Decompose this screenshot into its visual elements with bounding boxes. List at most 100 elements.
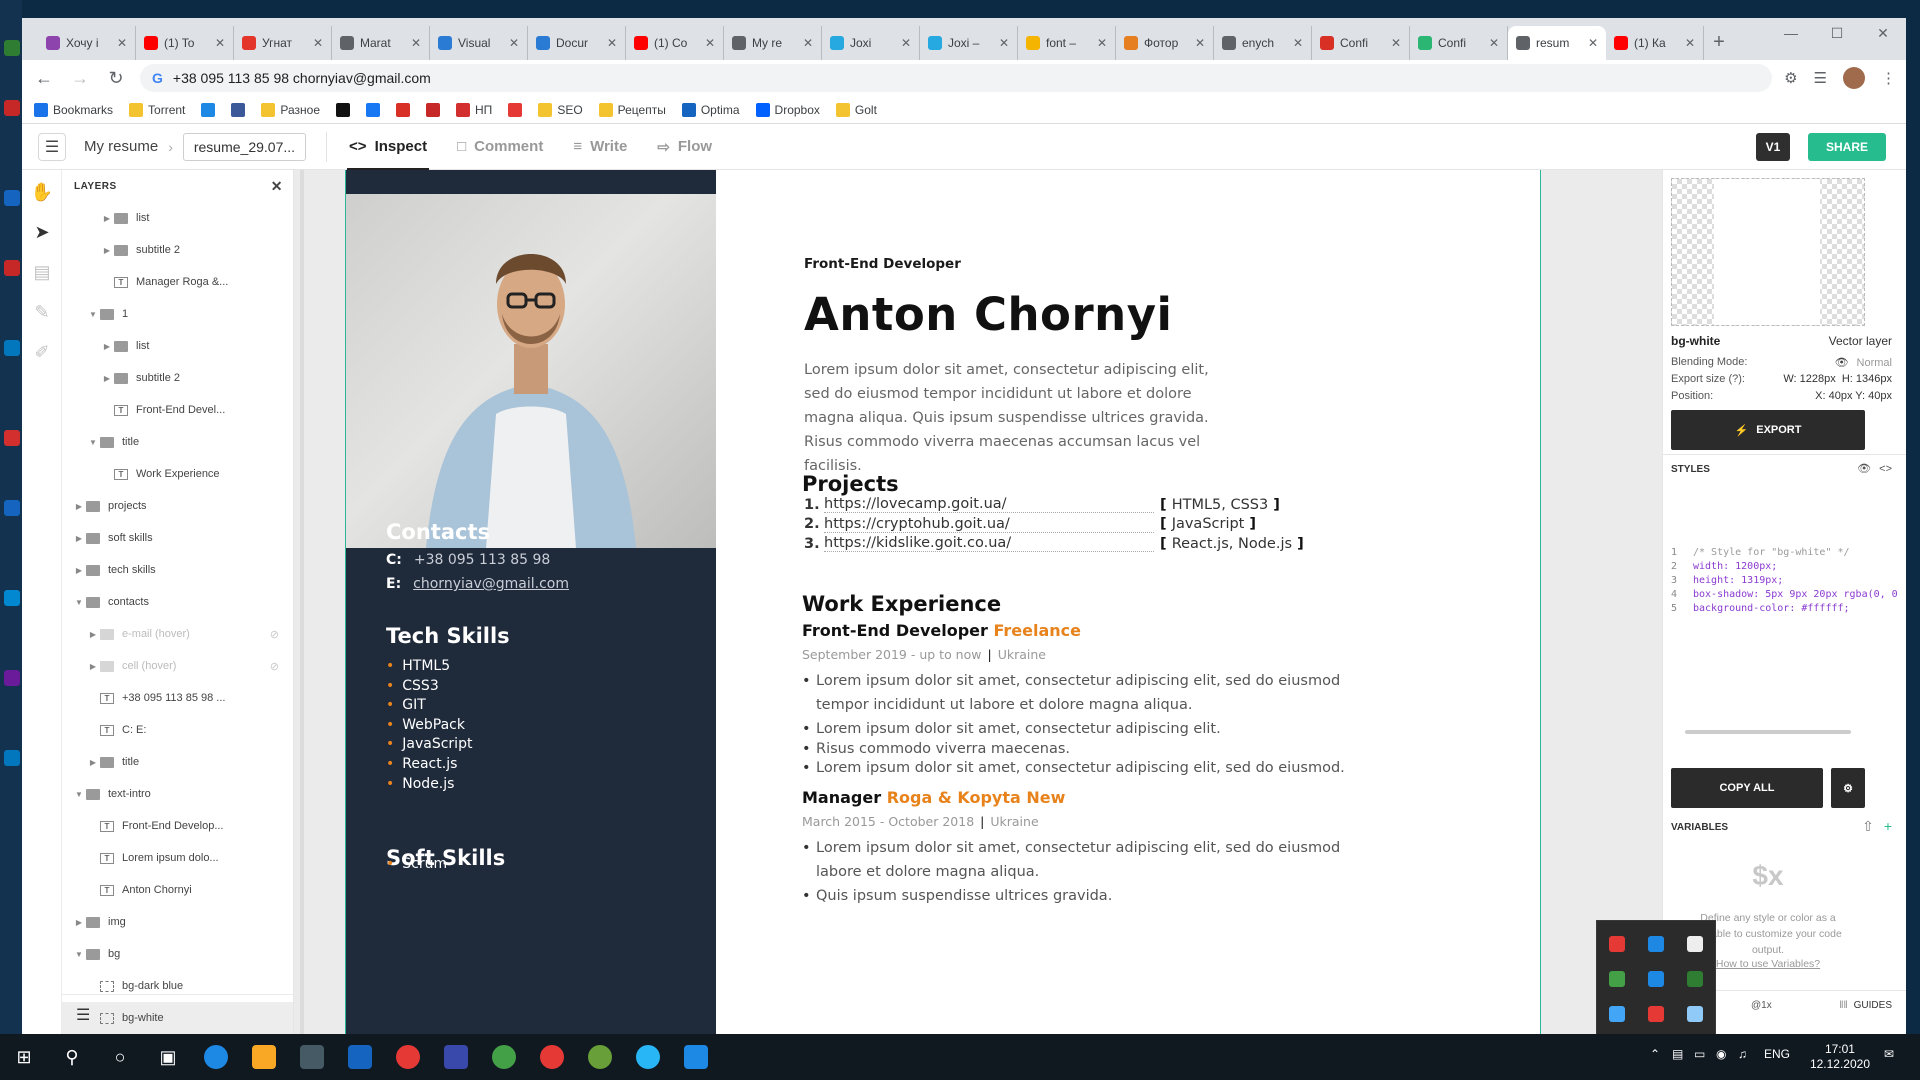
layer-row[interactable]: ▶TC: E: bbox=[62, 714, 293, 746]
cloud-icon[interactable] bbox=[1608, 1005, 1625, 1022]
desktop-icon[interactable] bbox=[4, 750, 20, 766]
mail-icon[interactable] bbox=[336, 1034, 384, 1080]
browser-tab[interactable]: (1) Co ✕ bbox=[626, 26, 724, 60]
bookmark-item[interactable]: Разное bbox=[261, 102, 320, 117]
bookmark-item[interactable] bbox=[508, 102, 523, 117]
caret-right-icon[interactable]: ▶ bbox=[72, 566, 86, 575]
explorer-icon[interactable] bbox=[240, 1034, 288, 1080]
close-icon[interactable]: ✕ bbox=[1195, 36, 1205, 50]
browser-tab[interactable]: Joxi ✕ bbox=[822, 26, 920, 60]
search-icon[interactable]: ⚲ bbox=[48, 1034, 96, 1080]
project-breadcrumb[interactable]: My resume bbox=[84, 138, 158, 155]
network-icon[interactable]: ▤ bbox=[1672, 1047, 1683, 1061]
close-icon[interactable]: ✕ bbox=[1293, 36, 1303, 50]
hidden-eye-icon[interactable]: ⊘ bbox=[270, 660, 279, 673]
bookmark-item[interactable]: Рецепты bbox=[598, 102, 666, 117]
layer-row[interactable]: ▶ list bbox=[62, 330, 293, 362]
layer-row[interactable]: ▶ title bbox=[62, 746, 293, 778]
caret-down-icon[interactable]: ▼ bbox=[86, 310, 100, 319]
close-icon[interactable]: ✕ bbox=[1588, 36, 1598, 50]
caret-right-icon[interactable]: ▶ bbox=[86, 758, 100, 767]
wifi-icon[interactable]: ◉ bbox=[1716, 1047, 1726, 1061]
layer-row[interactable]: ▶TWork Experience bbox=[62, 458, 293, 490]
close-icon[interactable]: ✕ bbox=[1489, 36, 1499, 50]
close-window-icon[interactable]: ✕ bbox=[1860, 18, 1906, 48]
utorrent-icon[interactable] bbox=[480, 1034, 528, 1080]
layer-row[interactable]: ▶ projects bbox=[62, 490, 293, 522]
save-app-icon[interactable] bbox=[432, 1034, 480, 1080]
security-icon[interactable] bbox=[1687, 936, 1704, 953]
caret-down-icon[interactable]: ▼ bbox=[86, 438, 100, 447]
store-icon[interactable] bbox=[288, 1034, 336, 1080]
browser-tab[interactable]: (1) Ка ✕ bbox=[1606, 26, 1704, 60]
hand-icon[interactable]: ✋ bbox=[31, 182, 53, 202]
layer-row[interactable]: ▼ title bbox=[62, 426, 293, 458]
canvas-scrollbar[interactable] bbox=[300, 170, 304, 1034]
minimize-icon[interactable]: — bbox=[1768, 18, 1814, 48]
extensions-icon[interactable]: ⚙ bbox=[1784, 69, 1797, 87]
close-icon[interactable]: ✕ bbox=[803, 36, 813, 50]
browser-tab[interactable]: Угнат ✕ bbox=[234, 26, 332, 60]
forward-icon[interactable]: → bbox=[68, 68, 92, 89]
close-icon[interactable]: ✕ bbox=[1097, 36, 1107, 50]
close-icon[interactable]: ✕ bbox=[313, 36, 323, 50]
caret-right-icon[interactable]: ▶ bbox=[100, 246, 114, 255]
project-url[interactable]: https://kidslike.goit.co.ua/ bbox=[824, 535, 1154, 553]
telegram-icon[interactable] bbox=[624, 1034, 672, 1080]
edge-icon[interactable] bbox=[192, 1034, 240, 1080]
bookmark-item[interactable] bbox=[201, 102, 216, 117]
layer-row[interactable]: ▶ soft skills bbox=[62, 522, 293, 554]
caret-right-icon[interactable]: ▶ bbox=[72, 534, 86, 543]
close-icon[interactable]: ✕ bbox=[901, 36, 911, 50]
project-url[interactable]: https://lovecamp.goit.ua/ bbox=[824, 496, 1154, 513]
bookmark-item[interactable]: SEO bbox=[538, 102, 583, 117]
code-scrollbar[interactable] bbox=[1685, 730, 1851, 734]
design-canvas[interactable]: Contacts C: +38 095 113 85 98 E: chornyiav… bbox=[294, 170, 1662, 1034]
layer-row[interactable]: ▶T+38 095 113 85 98 ... bbox=[62, 682, 293, 714]
caret-right-icon[interactable]: ▶ bbox=[86, 662, 100, 671]
hidden-eye-icon[interactable]: ⊘ bbox=[270, 628, 279, 641]
file-name[interactable]: resume_29.07... bbox=[182, 132, 307, 161]
layer-row[interactable]: ▶ e-mail (hover) ⊘ bbox=[62, 618, 293, 650]
new-tab-button[interactable]: + bbox=[1704, 26, 1734, 60]
caret-down-icon[interactable]: ▼ bbox=[72, 950, 86, 959]
bookmark-item[interactable]: Torrent bbox=[129, 102, 185, 117]
close-icon[interactable]: ✕ bbox=[607, 36, 617, 50]
task-view-icon[interactable]: ▣ bbox=[144, 1034, 192, 1080]
layer-row[interactable]: ▶TFront-End Devel... bbox=[62, 394, 293, 426]
back-icon[interactable]: ← bbox=[32, 68, 56, 89]
bluetooth-icon[interactable] bbox=[1647, 936, 1664, 953]
clock[interactable]: 17:01 12.12.2020 bbox=[1810, 1042, 1870, 1072]
torrent-icon[interactable] bbox=[1608, 970, 1625, 987]
settings-gear-icon[interactable]: ⚙ bbox=[1831, 768, 1865, 808]
desktop-icon[interactable] bbox=[4, 670, 20, 686]
close-icon[interactable]: ✕ bbox=[1391, 36, 1401, 50]
cortana-icon[interactable]: ○ bbox=[96, 1034, 144, 1080]
browser-tab[interactable]: font – ✕ bbox=[1018, 26, 1116, 60]
maximize-icon[interactable]: ☐ bbox=[1814, 18, 1860, 48]
tab-write[interactable]: ≡ Write bbox=[573, 124, 627, 170]
browser-tab[interactable]: Joxi – ✕ bbox=[920, 26, 1018, 60]
browser-tab[interactable]: Visual ✕ bbox=[430, 26, 528, 60]
layer-row[interactable]: ▶ img bbox=[62, 906, 293, 938]
layers-stack-icon[interactable]: ☰ bbox=[76, 1005, 90, 1025]
guides-toggle[interactable]: ‖‖ GUIDES bbox=[1839, 1000, 1892, 1011]
language-indicator[interactable]: ENG bbox=[1764, 1047, 1790, 1061]
close-icon[interactable]: ✕ bbox=[271, 178, 283, 195]
browser-tab[interactable]: Фотор ✕ bbox=[1116, 26, 1214, 60]
email-value[interactable]: chornyiav@gmail.com bbox=[413, 576, 569, 592]
browser-tab[interactable]: resum ✕ bbox=[1508, 26, 1606, 60]
profile-avatar[interactable] bbox=[1843, 67, 1865, 89]
desktop-icon[interactable] bbox=[4, 340, 20, 356]
browser-tab[interactable]: Хочу і ✕ bbox=[38, 26, 136, 60]
zoom-level[interactable]: @1x bbox=[1751, 1000, 1772, 1011]
tray-app-icon[interactable] bbox=[1647, 1005, 1664, 1022]
address-text[interactable]: +38 095 113 85 98 chornyiav@gmail.com bbox=[173, 70, 431, 86]
volume-icon[interactable]: ♫ bbox=[1738, 1047, 1747, 1061]
menu-icon[interactable]: ☰ bbox=[38, 132, 66, 161]
close-icon[interactable]: ✕ bbox=[215, 36, 225, 50]
share-icon[interactable]: ⇧ bbox=[1862, 818, 1874, 834]
desktop-icon[interactable] bbox=[4, 190, 20, 206]
browser-tab[interactable]: (1) To ✕ bbox=[136, 26, 234, 60]
bookmark-item[interactable] bbox=[396, 102, 411, 117]
